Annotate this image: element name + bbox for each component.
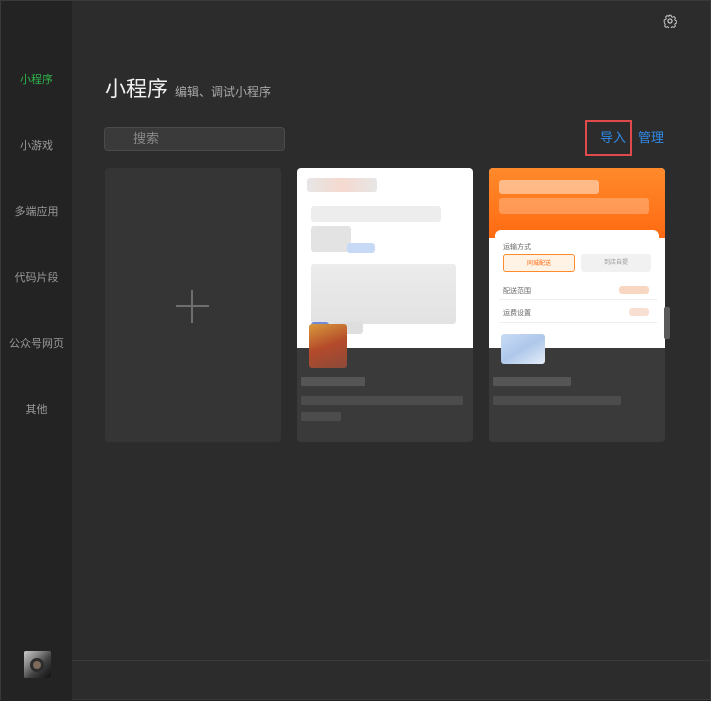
import-button[interactable]: 导入 (600, 131, 626, 147)
project-avatar (501, 334, 545, 364)
sidebar-item-official-account-web[interactable]: 公众号网页 (1, 337, 72, 351)
avatar[interactable] (24, 651, 51, 678)
divider (72, 660, 711, 661)
sidebar-item-code-snippets[interactable]: 代码片段 (1, 271, 72, 285)
search-input[interactable] (105, 128, 284, 150)
plus-icon-bar (176, 305, 209, 307)
project-description-line2 (301, 412, 341, 421)
page-title: 小程序 (105, 77, 168, 101)
project-name (493, 377, 571, 386)
manage-button[interactable]: 管理 (638, 131, 664, 147)
project-description (301, 396, 463, 405)
scrollbar[interactable] (664, 307, 670, 339)
sidebar-item-others[interactable]: 其他 (1, 403, 72, 417)
project-preview: 运输方式 同城配送 到店自提 配送范围 运费设置 (489, 168, 665, 348)
sidebar-item-miniprogram[interactable]: 小程序 (1, 73, 72, 87)
project-preview (297, 168, 473, 348)
project-card[interactable]: 运输方式 同城配送 到店自提 配送范围 运费设置 (489, 168, 665, 442)
project-name (301, 377, 365, 386)
sidebar: 小程序 小游戏 多端应用 代码片段 公众号网页 其他 (1, 1, 72, 701)
gear-icon[interactable] (663, 14, 677, 28)
app-window: 小程序 小游戏 多端应用 代码片段 公众号网页 其他 小程序 编辑、调试小程序 … (0, 0, 711, 701)
project-description (493, 396, 621, 405)
sidebar-item-multiplatform[interactable]: 多端应用 (1, 205, 72, 219)
search-box (104, 127, 285, 151)
page-subtitle: 编辑、调试小程序 (175, 85, 272, 99)
project-card[interactable] (297, 168, 473, 442)
sidebar-item-minigame[interactable]: 小游戏 (1, 139, 72, 153)
project-avatar (309, 324, 347, 368)
